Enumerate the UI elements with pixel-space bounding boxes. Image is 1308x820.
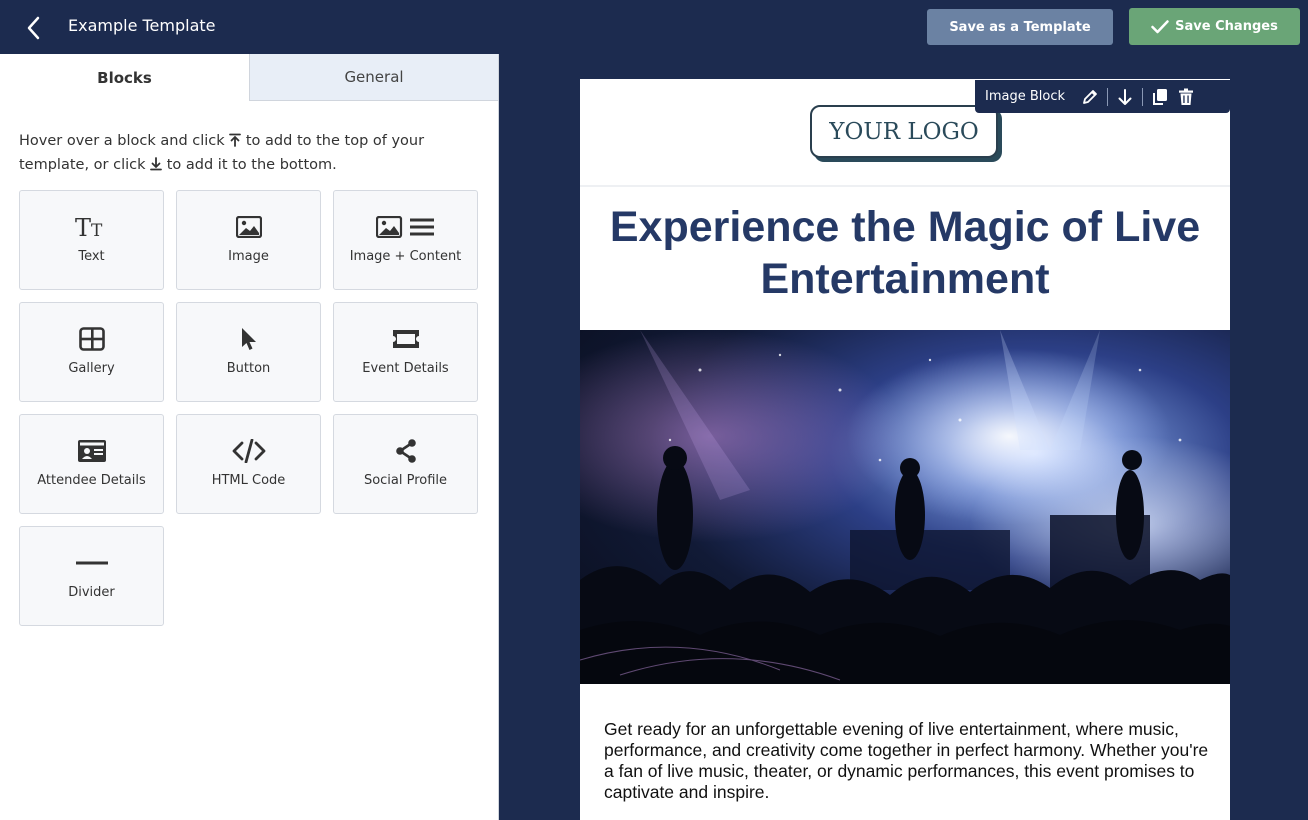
block-image[interactable]: Image (176, 190, 321, 290)
copy-icon (1153, 88, 1168, 105)
block-image-content[interactable]: Image + Content (333, 190, 478, 290)
hint-text-1: Hover over a block and click (19, 133, 225, 149)
block-attendee-details[interactable]: Attendee Details (19, 414, 164, 514)
id-card-icon (77, 440, 106, 462)
logo: YOUR LOGO (810, 105, 998, 158)
blocks-panel: Blocks General Hover over a block and cl… (0, 54, 499, 820)
ticket-icon (392, 330, 419, 348)
toolbar-label: Image Block (985, 89, 1066, 104)
delete-block-button[interactable] (1173, 84, 1199, 110)
concert-image (580, 330, 1230, 684)
arrow-to-bottom-icon (150, 157, 163, 171)
block-label: Image + Content (349, 249, 462, 264)
move-down-button[interactable] (1112, 84, 1138, 110)
duplicate-block-button[interactable] (1147, 84, 1173, 110)
checkmark-icon (1151, 19, 1169, 33)
block-label: Gallery (68, 361, 115, 376)
arrow-down-icon (1118, 88, 1132, 105)
block-html-code[interactable]: HTML Code (176, 414, 321, 514)
pencil-icon (1083, 89, 1097, 104)
block-label: Attendee Details (37, 473, 146, 488)
back-button[interactable] (20, 15, 46, 41)
block-label: Button (226, 361, 271, 376)
block-social-profile[interactable]: Social Profile (333, 414, 478, 514)
block-label: Social Profile (363, 473, 448, 488)
hero-image[interactable] (580, 330, 1230, 684)
block-event-details[interactable]: Event Details (333, 302, 478, 402)
save-changes-label: Save Changes (1175, 19, 1278, 34)
block-label: HTML Code (211, 473, 286, 488)
email-canvas: YOUR LOGO Experience the Magic of Live E… (580, 79, 1230, 820)
panel-tabs: Blocks General (0, 54, 498, 101)
gallery-icon (78, 327, 105, 351)
block-divider[interactable]: Divider (19, 526, 164, 626)
image-content-icon (375, 216, 434, 238)
top-bar: Example Template Save as a Template Save… (0, 0, 1308, 54)
image-block-toolbar: Image Block (975, 80, 1230, 113)
code-icon (232, 439, 265, 463)
email-body-text[interactable]: Get ready for an unforgettable evening o… (604, 719, 1209, 803)
trash-icon (1179, 88, 1194, 105)
block-label: Divider (68, 585, 115, 600)
svg-text:T: T (75, 214, 91, 240)
tab-blocks[interactable]: Blocks (0, 54, 249, 101)
page-title: Example Template (68, 16, 216, 35)
hint-text-3: to add it to the bottom. (166, 157, 337, 173)
pointer-icon (241, 328, 256, 350)
image-icon (235, 216, 262, 238)
block-text[interactable]: TT Text (19, 190, 164, 290)
save-changes-button[interactable]: Save Changes (1129, 8, 1300, 45)
block-label: Image (228, 249, 269, 264)
toolbar-divider (1142, 87, 1144, 106)
tab-general[interactable]: General (249, 54, 498, 101)
email-headline[interactable]: Experience the Magic of Live Entertainme… (580, 201, 1230, 305)
block-gallery[interactable]: Gallery (19, 302, 164, 402)
edit-block-button[interactable] (1077, 84, 1103, 110)
toolbar-divider (1107, 87, 1109, 106)
save-as-template-button[interactable]: Save as a Template (927, 9, 1113, 45)
blocks-hint: Hover over a block and click to add to t… (19, 129, 479, 177)
divider-icon (75, 561, 108, 565)
text-icon: TT (75, 214, 103, 240)
share-icon (395, 439, 416, 463)
block-label: Event Details (362, 361, 449, 376)
block-button[interactable]: Button (176, 302, 321, 402)
svg-text:T: T (91, 221, 103, 240)
block-label: Text (78, 249, 105, 264)
chevron-left-icon (27, 16, 40, 40)
arrow-to-top-icon (229, 133, 242, 147)
